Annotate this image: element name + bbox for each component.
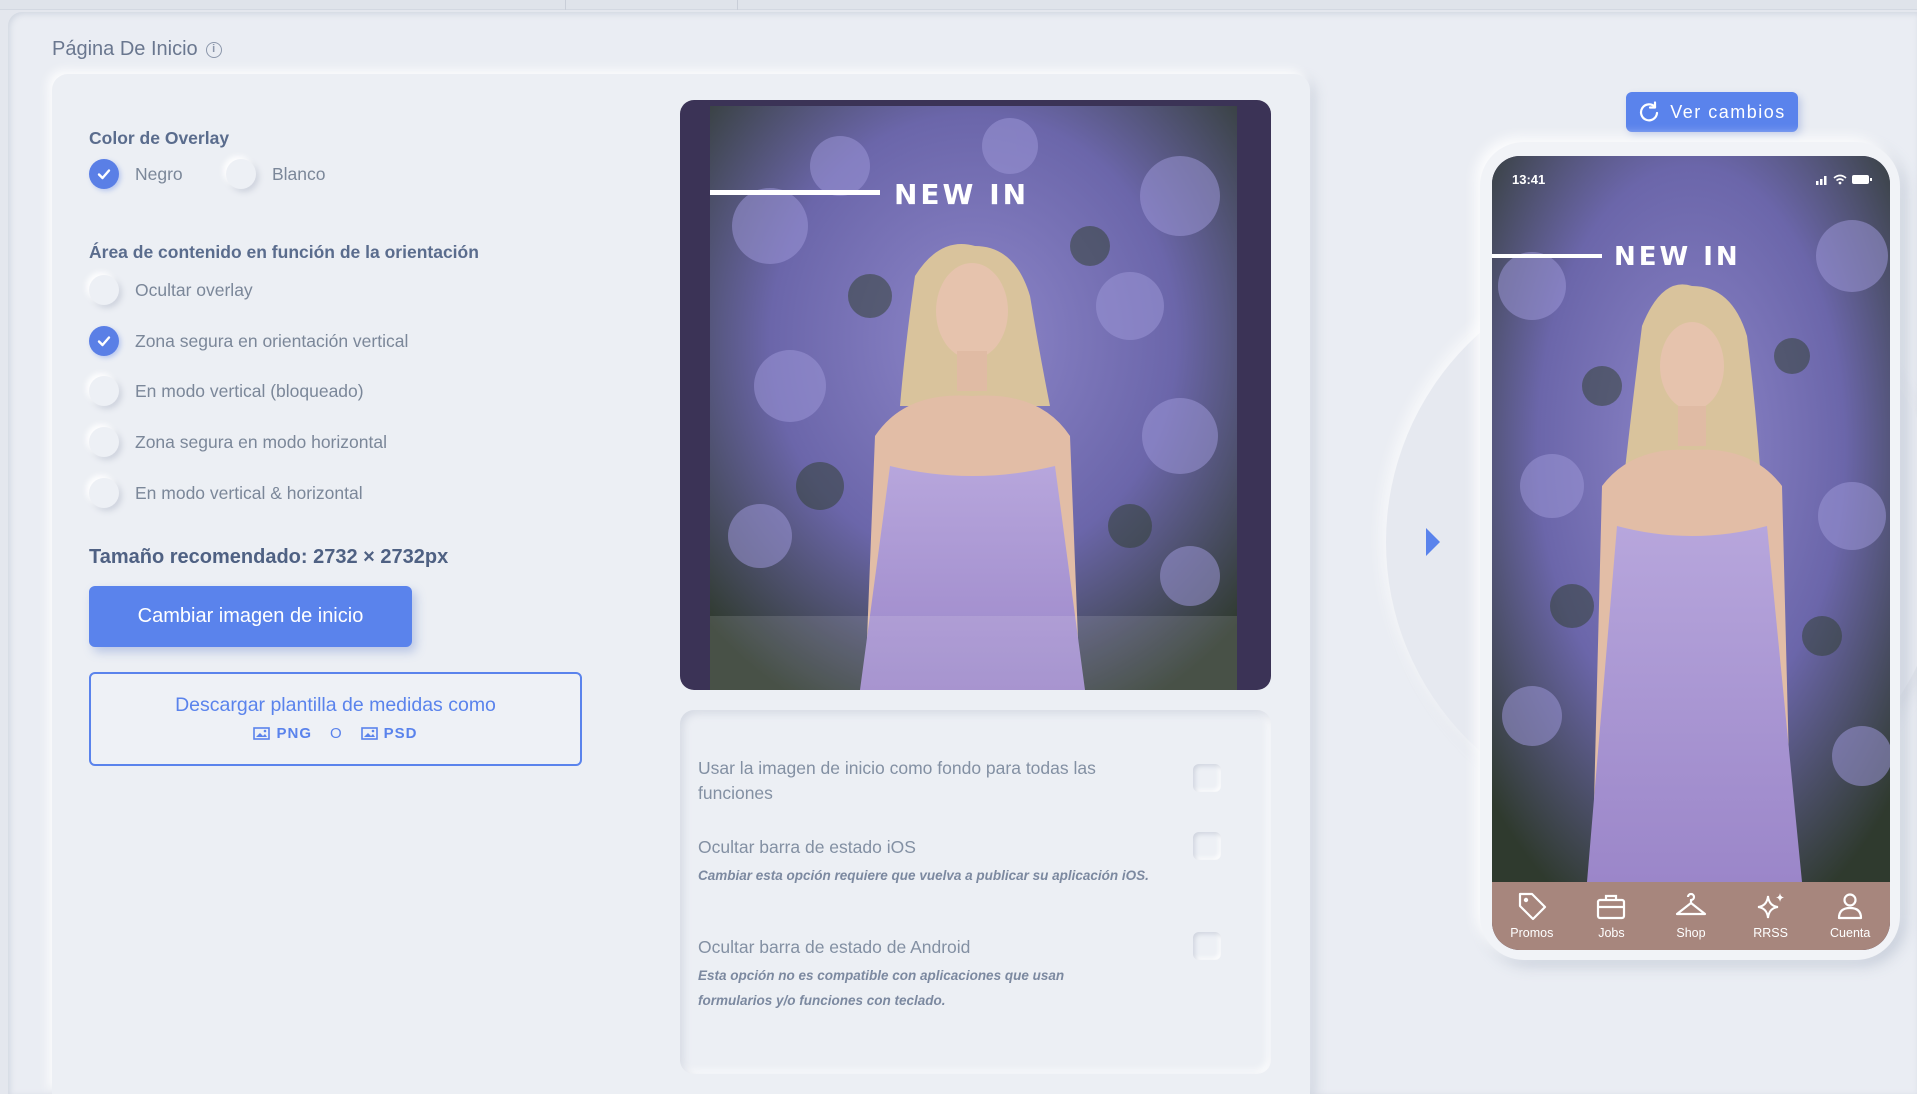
page-title: Página De Inicio i <box>52 38 222 61</box>
download-template-button[interactable]: Descargar plantilla de medidas como PNG … <box>89 672 582 766</box>
tab-promos[interactable]: Promos <box>1496 890 1568 940</box>
tab-label: RRSS <box>1753 926 1788 940</box>
recommended-size: Tamaño recomendado: 2732 × 2732px <box>89 546 449 568</box>
tab-label: Shop <box>1676 926 1706 940</box>
image-icon <box>253 727 271 740</box>
radio-unchecked-icon[interactable] <box>226 159 256 189</box>
checkbox-android[interactable] <box>1193 932 1221 960</box>
checkbox-ios[interactable] <box>1193 832 1221 860</box>
newin-line <box>710 190 880 195</box>
ver-cambios-label: Ver cambios <box>1670 101 1786 122</box>
radio-label: En modo vertical & horizontal <box>135 482 363 503</box>
radio-label: Ocultar overlay <box>135 279 253 300</box>
briefcase-icon <box>1597 894 1626 920</box>
tab-label: Promos <box>1510 926 1554 940</box>
radio-unchecked-icon[interactable] <box>89 478 119 508</box>
psd-link[interactable]: PSD <box>384 725 418 742</box>
separator-text: O <box>330 725 343 742</box>
overlay-color-label: Color de Overlay <box>89 128 230 148</box>
radio-label: Negro <box>135 163 183 184</box>
tab-jobs[interactable]: Jobs <box>1575 890 1647 940</box>
info-icon[interactable]: i <box>205 41 222 58</box>
phone-preview: 13:41 NEW IN Promos Jobs Shop RRSS Cuent… <box>1480 142 1900 960</box>
png-link[interactable]: PNG <box>276 725 312 742</box>
top-tab-strip <box>0 0 1917 10</box>
phone-newin-line <box>1492 254 1602 258</box>
radio-unchecked-icon[interactable] <box>89 376 119 406</box>
radio-blanco[interactable]: Blanco <box>226 159 326 189</box>
content-area-label: Área de contenido en función de la orien… <box>89 242 479 262</box>
option-note-android: Esta opción no es compatible con aplicac… <box>698 968 1065 1008</box>
tag-icon <box>1518 892 1546 921</box>
status-icons <box>1816 174 1872 185</box>
option-note-ios: Cambiar esta opción requiere que vuelva … <box>698 868 1149 883</box>
phone-newin-text: NEW IN <box>1614 242 1741 272</box>
arrow-right-icon[interactable] <box>1426 528 1440 556</box>
tab-rrss[interactable]: RRSS <box>1735 890 1807 940</box>
change-image-button[interactable]: Cambiar imagen de inicio <box>89 586 412 647</box>
radio-negro[interactable]: Negro <box>89 159 183 189</box>
sparkle-icon <box>1757 893 1784 919</box>
radio-unchecked-icon[interactable] <box>89 275 119 305</box>
radio-unchecked-icon[interactable] <box>89 427 119 457</box>
radio-label: Blanco <box>272 163 326 184</box>
radio-zona-segura-vertical[interactable]: Zona segura en orientación vertical <box>89 326 408 356</box>
refresh-icon <box>1640 101 1659 122</box>
option-label-ios: Ocultar barra de estado iOS <box>698 837 916 857</box>
newin-text: NEW IN <box>894 178 1030 211</box>
tab-separator <box>737 0 738 10</box>
tab-label: Jobs <box>1598 926 1625 940</box>
image-preview: NEW IN <box>680 100 1271 690</box>
radio-vertical-horizontal[interactable]: En modo vertical & horizontal <box>89 478 363 508</box>
tab-separator <box>565 0 566 10</box>
tab-label: Cuenta <box>1830 926 1871 940</box>
user-icon <box>1838 893 1863 920</box>
image-icon <box>360 727 378 740</box>
radio-zona-segura-horizontal[interactable]: Zona segura en modo horizontal <box>89 427 387 457</box>
radio-checked-icon[interactable] <box>89 159 119 189</box>
radio-label: En modo vertical (bloqueado) <box>135 380 364 401</box>
ver-cambios-button[interactable]: Ver cambios <box>1626 92 1798 132</box>
page-title-text: Página De Inicio <box>52 38 198 60</box>
radio-label: Zona segura en orientación vertical <box>135 330 409 351</box>
option-label-fondo: Usar la imagen de inicio como fondo para… <box>698 758 1096 803</box>
status-time: 13:41 <box>1512 172 1546 187</box>
tab-cuenta[interactable]: Cuenta <box>1814 890 1886 940</box>
phone-tabbar: Promos Jobs Shop RRSS Cuenta <box>1492 882 1890 950</box>
radio-ocultar-overlay[interactable]: Ocultar overlay <box>89 275 253 305</box>
option-label-android: Ocultar barra de estado de Android <box>698 937 971 957</box>
checkbox-fondo[interactable] <box>1193 764 1221 792</box>
radio-vertical-bloqueado[interactable]: En modo vertical (bloqueado) <box>89 376 364 406</box>
download-template-label: Descargar plantilla de medidas como <box>175 694 496 716</box>
radio-label: Zona segura en modo horizontal <box>135 431 387 452</box>
radio-checked-icon[interactable] <box>89 326 119 356</box>
phone-screen: 13:41 NEW IN Promos Jobs Shop RRSS Cuent… <box>1492 156 1890 950</box>
tab-shop[interactable]: Shop <box>1655 890 1727 940</box>
hanger-icon <box>1675 892 1707 916</box>
